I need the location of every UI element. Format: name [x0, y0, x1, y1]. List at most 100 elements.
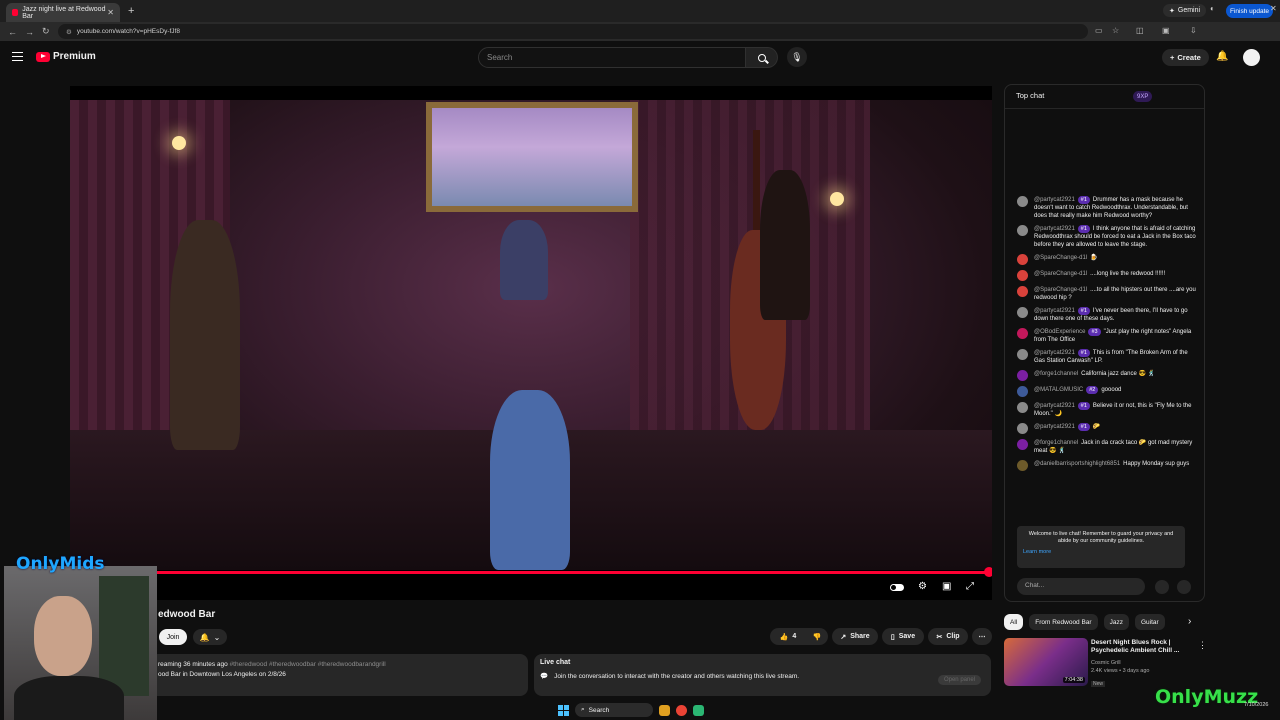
chat-username[interactable]: @forge1channel	[1034, 440, 1078, 446]
recommended-more-icon[interactable]: ⋮	[1198, 640, 1207, 651]
chat-avatar[interactable]	[1017, 439, 1028, 450]
super-chat-button[interactable]	[1177, 580, 1191, 594]
site-info-icon[interactable]: ⚙	[66, 28, 72, 36]
dislike-button[interactable]: 👎	[806, 628, 828, 645]
video-player[interactable]: ⚙ ▣ ⤢	[70, 86, 992, 600]
chat-message[interactable]: @SpareChange-d1l ....to all the hipsters …	[1005, 285, 1204, 306]
recommended-channel[interactable]: Cosmic Grill	[1091, 659, 1150, 667]
chat-username[interactable]: @OBodExperience	[1034, 329, 1085, 335]
chat-message[interactable]: @forge1channel Jack in da crack taco 🌮 go…	[1005, 438, 1204, 459]
new-tab-icon[interactable]: +	[128, 5, 134, 17]
chat-avatar[interactable]	[1017, 270, 1028, 281]
forward-icon[interactable]: →	[25, 27, 34, 37]
clip-button[interactable]: ✂ Clip	[928, 628, 968, 645]
chat-avatar[interactable]	[1017, 254, 1028, 265]
chat-message[interactable]: @SpareChange-d1l 🍺	[1005, 253, 1204, 269]
extensions-icon[interactable]: ◫	[1136, 26, 1144, 35]
chat-username[interactable]: @partycat2921	[1034, 424, 1075, 430]
bookmark-star-icon[interactable]: ☆	[1112, 26, 1119, 35]
chat-username[interactable]: @forge1channel	[1034, 371, 1078, 377]
chat-message[interactable]: @SpareChange-d1l ....long live the redwoo…	[1005, 269, 1204, 285]
chat-username[interactable]: @SpareChange-d1l	[1034, 287, 1087, 293]
chat-avatar[interactable]	[1017, 286, 1028, 297]
taskbar-search[interactable]: ⌕ Search	[575, 703, 653, 717]
miniplayer-icon[interactable]: ▣	[942, 581, 951, 592]
learn-more-link[interactable]: Learn more	[1023, 549, 1179, 556]
fullscreen-icon[interactable]: ⤢	[966, 581, 974, 592]
subscribe-notifications-button[interactable]: 🔔 ⌄	[193, 629, 227, 645]
chat-username[interactable]: @partycat2921	[1034, 403, 1075, 409]
hashtags[interactable]: #theredwood #theredwoodbar #theredwoodba…	[230, 661, 386, 668]
join-button[interactable]: Join	[159, 629, 187, 645]
create-button[interactable]: + Create	[1162, 49, 1209, 66]
chat-avatar[interactable]	[1017, 196, 1028, 207]
emoji-button[interactable]	[1155, 580, 1169, 594]
more-actions-button[interactable]: ⋯	[972, 628, 992, 645]
chat-avatar[interactable]	[1017, 225, 1028, 236]
chat-message[interactable]: @partycat2921 #1 Believe it or not, this i…	[1005, 401, 1204, 422]
chat-avatar[interactable]	[1017, 460, 1028, 471]
notifications-icon[interactable]: 🔔	[1216, 51, 1228, 62]
chat-username[interactable]: @partycat2921	[1034, 308, 1075, 314]
recommended-title[interactable]: Desert Night Blues Rock | Psychedelic Am…	[1091, 639, 1191, 655]
chat-message[interactable]: @OBodExperience #3 "Just play the right no…	[1005, 327, 1204, 348]
close-window-icon[interactable]: ✕	[1270, 4, 1277, 13]
download-icon[interactable]: ⇩	[1190, 26, 1197, 35]
chat-input[interactable]: Chat...	[1017, 578, 1145, 595]
youtube-logo[interactable]: Premium	[36, 51, 96, 62]
video-thumbnail[interactable]: 7:04:38	[1004, 638, 1088, 686]
chat-username[interactable]: @partycat2921	[1034, 350, 1075, 356]
top-chat-dropdown[interactable]: Top chat	[1016, 91, 1044, 100]
chat-message[interactable]: @danielbarrisportshighlight6851 Happy Mon…	[1005, 459, 1204, 475]
browser-tab[interactable]: Jazz night live at Redwood Bar ✕	[6, 3, 120, 22]
chat-message[interactable]: @partycat2921 #1 I think anyone that is af…	[1005, 224, 1204, 253]
gemini-button[interactable]: ✦ Gemini	[1163, 4, 1207, 17]
chat-username[interactable]: @SpareChange-d1l	[1034, 255, 1087, 261]
chat-message[interactable]: @partycat2921 #1 I've never been there, I'…	[1005, 306, 1204, 327]
taskbar-green-app-icon[interactable]	[693, 704, 704, 716]
settings-icon[interactable]: ⚙	[918, 581, 927, 592]
close-tab-icon[interactable]: ✕	[107, 8, 114, 17]
open-panel-button[interactable]: Open panel	[937, 675, 981, 685]
windows-start-icon[interactable]	[558, 704, 569, 716]
chrome-icon[interactable]	[676, 704, 687, 716]
chip-guitar[interactable]: Guitar	[1134, 614, 1165, 630]
url-input[interactable]: ⚙ youtube.com/watch?v=pHEsDy-fJf8	[58, 24, 1088, 39]
reload-icon[interactable]: ↻	[42, 26, 50, 37]
chat-username[interactable]: @partycat2921	[1034, 197, 1075, 203]
chat-avatar[interactable]	[1017, 386, 1028, 397]
cast-icon[interactable]: ▭	[1095, 26, 1103, 35]
chip-jazz[interactable]: Jazz	[1103, 614, 1129, 630]
back-icon[interactable]: ←	[8, 27, 17, 37]
share-button[interactable]: ↗ Share	[832, 628, 878, 645]
chips-next-icon[interactable]: ›	[1188, 616, 1191, 627]
search-button[interactable]	[746, 47, 778, 68]
voice-search-button[interactable]: 🎙	[787, 47, 807, 67]
chat-message[interactable]: @MATALGMUSIC #2 gooood	[1005, 385, 1204, 401]
chat-message[interactable]: @partycat2921 #1 This is from "The Broken …	[1005, 348, 1204, 369]
chat-message[interactable]: @partycat2921 #1 🌮	[1005, 422, 1204, 438]
search-input[interactable]: Search	[478, 47, 746, 68]
chat-username[interactable]: @SpareChange-d1l	[1034, 271, 1087, 277]
chat-avatar[interactable]	[1017, 402, 1028, 413]
chat-avatar[interactable]	[1017, 349, 1028, 360]
xp-badge[interactable]: 9XP	[1133, 91, 1153, 102]
save-button[interactable]: ▯ Save	[882, 628, 924, 645]
like-button[interactable]: 👍 4	[770, 628, 806, 645]
progress-scrubber[interactable]	[984, 567, 992, 577]
finish-update-button[interactable]: Finish update	[1226, 4, 1274, 18]
progress-bar[interactable]	[70, 571, 992, 574]
chat-username[interactable]: @danielbarrisportshighlight6851	[1034, 461, 1120, 467]
profile-icon[interactable]: ◐	[1210, 4, 1215, 13]
split-view-icon[interactable]: ▣	[1162, 26, 1170, 35]
chat-message[interactable]: @partycat2921 #1 Drummer has a mask becaus…	[1005, 195, 1204, 224]
account-avatar[interactable]	[1243, 49, 1260, 66]
menu-icon[interactable]	[12, 52, 23, 61]
autoplay-toggle[interactable]	[890, 584, 904, 591]
chat-message[interactable]: @forge1channel California jazz dance 😎 🕺	[1005, 369, 1204, 385]
chat-avatar[interactable]	[1017, 328, 1028, 339]
chat-avatar[interactable]	[1017, 423, 1028, 434]
chip-from-redwood-bar[interactable]: From Redwood Bar	[1029, 614, 1098, 630]
taskbar-app-icon[interactable]	[659, 704, 670, 716]
chat-avatar[interactable]	[1017, 307, 1028, 318]
